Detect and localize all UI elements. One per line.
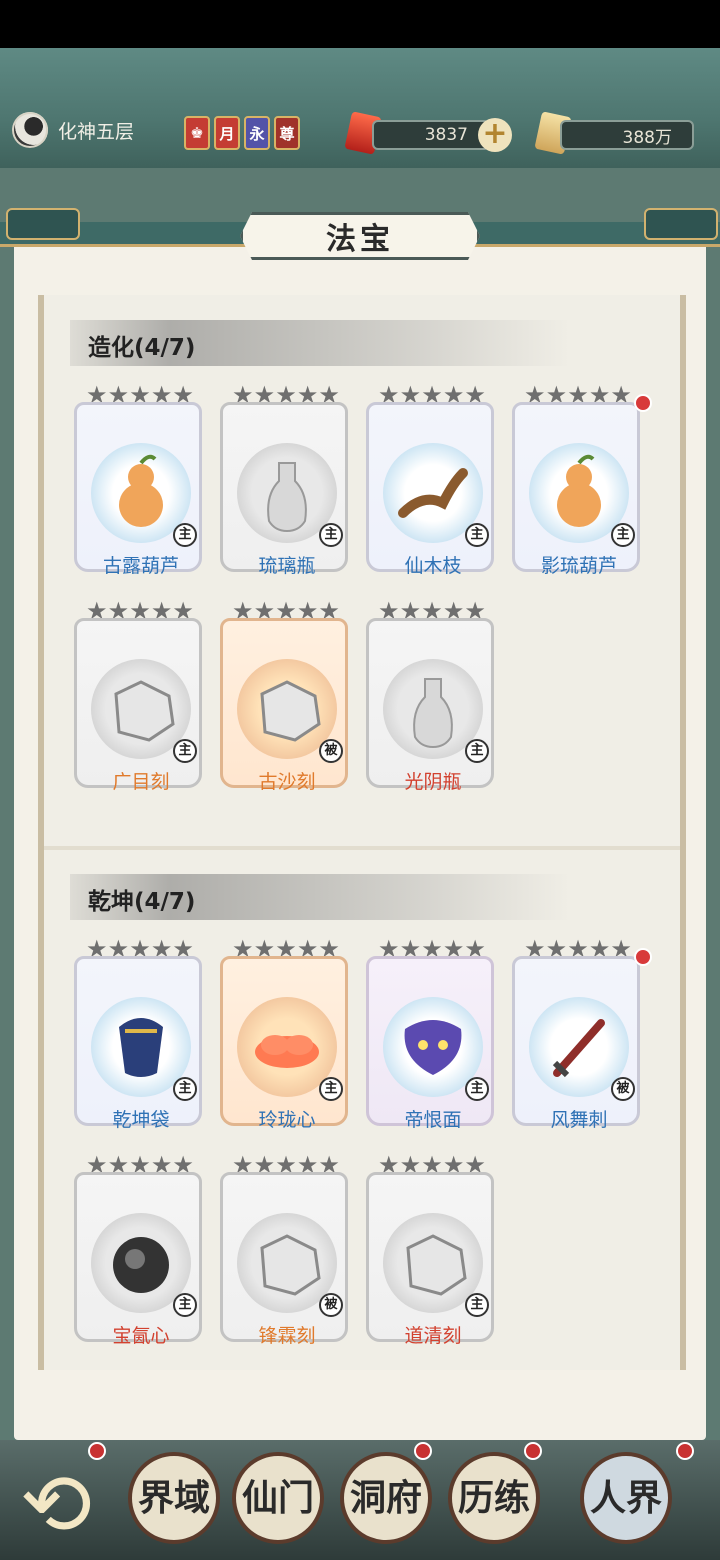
treasure-card[interactable]: ★ ★ ★ ★ ★ 被古沙刻 — [220, 599, 348, 793]
treasure-card[interactable]: ★ ★ ★ ★ ★ 主帝恨面 — [366, 937, 494, 1131]
section-title: 造化(4/7) — [88, 335, 196, 361]
nav-sect-button[interactable]: 仙门 — [232, 1452, 324, 1544]
item-name: 光阴瓶 — [404, 771, 462, 793]
badge-month-icon[interactable]: 月 — [214, 116, 240, 150]
role-tag: 被 — [611, 1077, 635, 1101]
nav-cave-button[interactable]: 洞府 — [340, 1452, 432, 1544]
nav-world-button[interactable]: 人界 — [580, 1452, 672, 1544]
role-tag: 被 — [319, 1293, 343, 1317]
role-tag: 主 — [465, 1293, 489, 1317]
item-name: 仙木枝 — [404, 555, 462, 577]
status-bar — [0, 0, 720, 48]
item-name: 琉璃瓶 — [258, 555, 316, 577]
item-name: 影琉葫芦 — [540, 555, 617, 577]
section-divider — [44, 846, 680, 850]
role-tag: 主 — [465, 1077, 489, 1101]
badge-crown-icon[interactable]: ♚ — [184, 116, 210, 150]
card-frame: 被锋霖刻 — [220, 1172, 348, 1347]
card-frame: 主乾坤袋 — [74, 956, 202, 1131]
card-frame: 被风舞刺 — [512, 956, 640, 1131]
treasure-card[interactable]: ★ ★ ★ ★ ★ 主光阴瓶 — [366, 599, 494, 793]
yin-yang-icon — [12, 112, 48, 148]
section-title: 乾坤(4/7) — [88, 889, 196, 915]
role-tag: 主 — [173, 739, 197, 763]
treasure-card[interactable]: ★ ★ ★ ★ ★ 主道清刻 — [366, 1153, 494, 1347]
role-tag: 主 — [611, 523, 635, 547]
treasure-card[interactable]: ★ ★ ★ ★ ★ 主乾坤袋 — [74, 937, 202, 1131]
treasure-card[interactable]: ★ ★ ★ ★ ★ 主玲珑心 — [220, 937, 348, 1131]
item-name: 道清刻 — [404, 1325, 462, 1347]
add-currency-button[interactable]: + — [478, 118, 512, 152]
card-frame: 主帝恨面 — [366, 956, 494, 1131]
badge-forever-icon[interactable]: 永 — [244, 116, 270, 150]
role-tag: 主 — [465, 523, 489, 547]
treasure-card[interactable]: ★ ★ ★ ★ ★ 主仙木枝 — [366, 383, 494, 577]
nav-trial-button[interactable]: 历练 — [448, 1452, 540, 1544]
item-name: 乾坤袋 — [112, 1109, 170, 1131]
role-tag: 主 — [319, 523, 343, 547]
card-frame: 主古露葫芦 — [74, 402, 202, 577]
back-arrow-icon[interactable]: ⟲ — [20, 1460, 140, 1550]
realm-display[interactable]: 化神五层 — [12, 112, 134, 148]
role-tag: 主 — [173, 1293, 197, 1317]
badge-row: ♚ 月 永 尊 — [184, 116, 300, 150]
item-name: 广目刻 — [112, 771, 170, 793]
page-title: 法宝 — [240, 212, 480, 260]
item-name: 帝恨面 — [404, 1109, 462, 1131]
treasure-card[interactable]: ★ ★ ★ ★ ★ 被锋霖刻 — [220, 1153, 348, 1347]
notification-dot — [676, 1442, 694, 1460]
item-name: 锋霖刻 — [258, 1325, 316, 1347]
notification-dot — [634, 394, 652, 412]
currency-scroll: 388万 — [560, 120, 694, 150]
currency-spirit-stone: 3837 — [372, 120, 490, 150]
role-tag: 主 — [173, 523, 197, 547]
treasure-card[interactable]: ★ ★ ★ ★ ★ 主琉璃瓶 — [220, 383, 348, 577]
badge-honor-icon[interactable]: 尊 — [274, 116, 300, 150]
item-name: 风舞刺 — [550, 1109, 608, 1131]
notification-dot — [414, 1442, 432, 1460]
card-frame: 主广目刻 — [74, 618, 202, 793]
notification-dot — [88, 1442, 106, 1460]
card-frame: 被古沙刻 — [220, 618, 348, 793]
card-frame: 主光阴瓶 — [366, 618, 494, 793]
realm-label: 化神五层 — [58, 120, 135, 143]
item-name: 玲珑心 — [258, 1109, 316, 1131]
role-tag: 主 — [173, 1077, 197, 1101]
treasure-card[interactable]: ★ ★ ★ ★ ★ 主影琉葫芦 — [512, 383, 652, 577]
role-tag: 主 — [465, 739, 489, 763]
notification-dot — [524, 1442, 542, 1460]
card-frame: 主影琉葫芦 — [512, 402, 640, 577]
card-frame: 主宝氤心 — [74, 1172, 202, 1347]
item-name: 宝氤心 — [112, 1325, 170, 1347]
treasure-card[interactable]: ★ ★ ★ ★ ★ 主宝氤心 — [74, 1153, 202, 1347]
notification-dot — [634, 948, 652, 966]
treasure-card[interactable]: ★ ★ ★ ★ ★ 主古露葫芦 — [74, 383, 202, 577]
card-frame: 主琉璃瓶 — [220, 402, 348, 577]
nav-realm-button[interactable]: 界域 — [128, 1452, 220, 1544]
role-tag: 被 — [319, 739, 343, 763]
card-frame: 主道清刻 — [366, 1172, 494, 1347]
item-name: 古沙刻 — [258, 771, 316, 793]
treasure-card[interactable]: ★ ★ ★ ★ ★ 被风舞刺 — [512, 937, 652, 1131]
role-tag: 主 — [319, 1077, 343, 1101]
card-frame: 主仙木枝 — [366, 402, 494, 577]
item-name: 古露葫芦 — [102, 555, 179, 577]
treasure-card[interactable]: ★ ★ ★ ★ ★ 主广目刻 — [74, 599, 202, 793]
card-frame: 主玲珑心 — [220, 956, 348, 1131]
